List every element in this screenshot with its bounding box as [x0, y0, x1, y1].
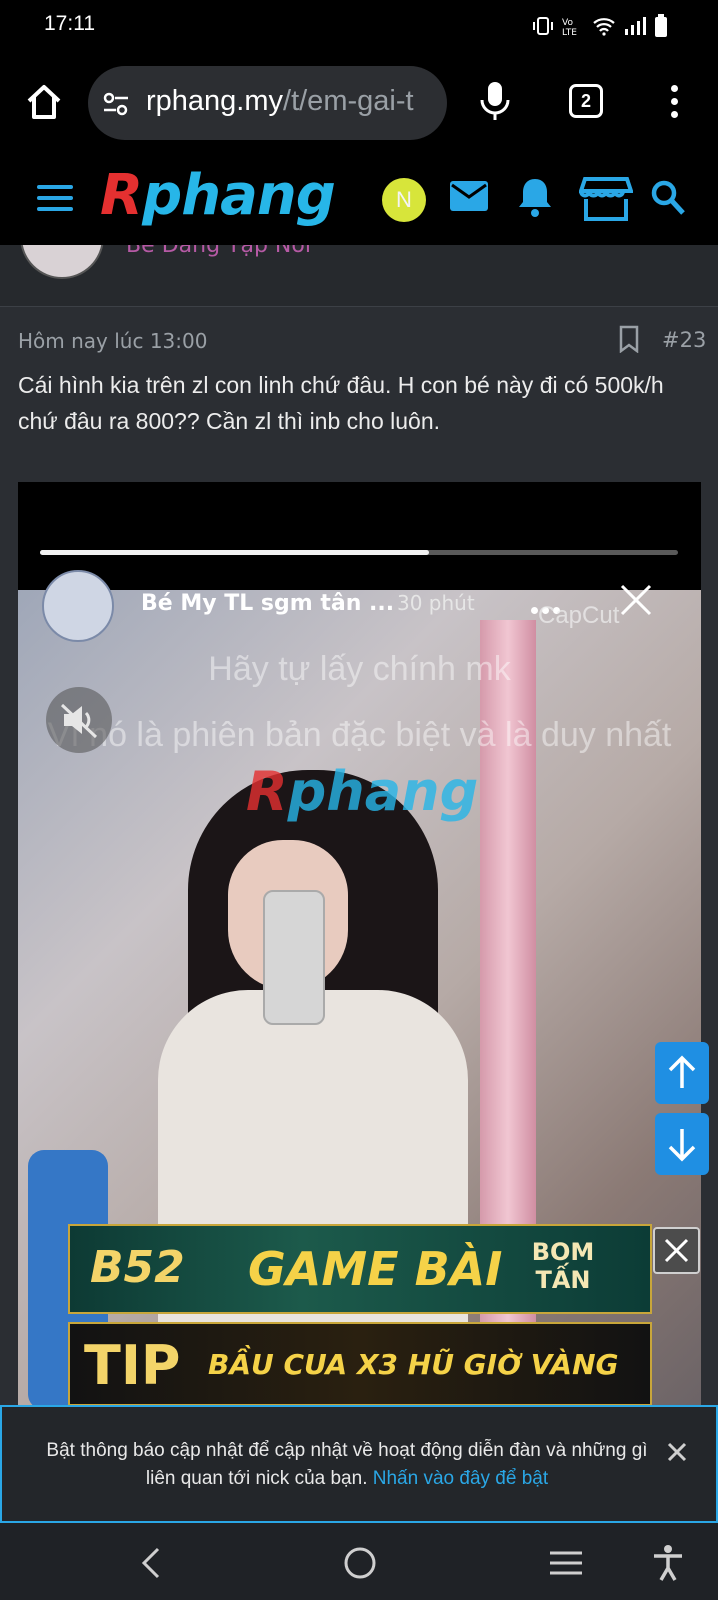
- more-menu-icon[interactable]: [664, 82, 684, 122]
- ad-banner-tip[interactable]: TIP BẦU CUA X3 HŨ GIỜ VÀNG: [68, 1322, 652, 1406]
- address-bar[interactable]: rphang.my/t/em-gai-t: [88, 66, 447, 140]
- video-caption-line1: Hãy tự lấy chính mk: [208, 650, 511, 688]
- status-time: 17:11: [44, 12, 95, 35]
- svg-text:LTE: LTE: [562, 28, 577, 36]
- watermark-letter: R: [246, 760, 288, 823]
- site-logo[interactable]: Rphang: [100, 163, 336, 228]
- logo-letter: R: [100, 163, 143, 228]
- bell-icon[interactable]: [516, 175, 554, 219]
- ad-headline: BẦU CUA X3 HŨ GIỜ VÀNG: [208, 1348, 619, 1381]
- home-nav-icon[interactable]: [340, 1543, 380, 1583]
- previous-post: Bé Đang Tập Nói: [0, 245, 718, 307]
- volte-icon: VoLTE: [562, 18, 577, 36]
- store-icon[interactable]: [579, 175, 633, 223]
- capcut-watermark: CapCut: [538, 602, 620, 629]
- url-text: rphang.my/t/em-gai-t: [146, 85, 414, 118]
- search-icon[interactable]: [650, 179, 686, 217]
- tab-switcher-button[interactable]: 2: [569, 84, 603, 118]
- close-icon: [664, 1238, 689, 1263]
- mute-icon[interactable]: [46, 687, 112, 753]
- arrow-up-icon: [668, 1055, 696, 1088]
- previous-post-author[interactable]: Bé Đang Tập Nói: [126, 245, 311, 258]
- notice-text: Bật thông báo cập nhật để cập nhật về ho…: [32, 1437, 662, 1493]
- logo-text: phang: [142, 163, 336, 228]
- browser-toolbar: rphang.my/t/em-gai-t 2: [0, 52, 718, 155]
- scroll-to-bottom-button[interactable]: [655, 1113, 709, 1175]
- status-icons: Vo LTE: [532, 14, 668, 38]
- svg-text:Vo: Vo: [562, 18, 573, 28]
- enable-notifications-link[interactable]: Nhấn vào đây để bật: [373, 1468, 548, 1489]
- story-time: 30 phút: [397, 591, 475, 615]
- mail-icon[interactable]: [448, 175, 490, 219]
- url-path: /t/em-gai-t: [283, 85, 414, 117]
- scroll-to-top-button[interactable]: [655, 1042, 709, 1104]
- site-header: Rphang N: [0, 155, 718, 245]
- post-body: Cái hình kia trên zl con linh chứ đâu. H…: [18, 372, 664, 434]
- vibrate-icon: [533, 17, 553, 35]
- video-progress-fill: [40, 550, 430, 555]
- watermark-text: phang: [287, 760, 479, 823]
- ad-logo: TIP: [84, 1334, 181, 1397]
- signal-icon: [625, 17, 646, 35]
- home-icon[interactable]: [24, 82, 64, 122]
- story-avatar[interactable]: [42, 570, 114, 642]
- video-caption-line2: Vì nó là phiên bản đặc biệt và là duy nh…: [47, 716, 672, 754]
- close-icon[interactable]: [618, 582, 654, 618]
- video-progress-bar: [40, 550, 678, 555]
- ad-banner-game-bai[interactable]: B52 GAME BÀI BOM TẤN: [68, 1224, 652, 1314]
- microphone-icon[interactable]: [478, 80, 512, 122]
- user-avatar[interactable]: N: [382, 178, 426, 222]
- close-icon[interactable]: [666, 1441, 688, 1463]
- story-author-name[interactable]: Bé My TL sgm tân ...: [141, 591, 394, 616]
- phone-image: [263, 890, 325, 1025]
- ad-tagline: BOM TẤN: [531, 1238, 595, 1294]
- notice-message: Bật thông báo cập nhật để cập nhật về ho…: [46, 1440, 648, 1489]
- accessibility-icon[interactable]: [648, 1543, 688, 1583]
- arrow-down-icon: [668, 1129, 696, 1162]
- push-notification-banner: Bật thông báo cập nhật để cập nhật về ho…: [0, 1405, 718, 1523]
- rphang-watermark: Rphang: [246, 760, 478, 823]
- ad-logo: B52: [90, 1242, 185, 1293]
- battery-icon: [655, 14, 667, 37]
- url-host: rphang.my: [146, 85, 284, 117]
- system-navigation-bar: [0, 1523, 718, 1600]
- post-number[interactable]: #23: [662, 328, 706, 352]
- hamburger-menu-icon[interactable]: [37, 185, 73, 215]
- wifi-icon: [593, 18, 615, 36]
- status-bar: 17:11 Vo LTE: [0, 0, 718, 52]
- recent-apps-icon[interactable]: [546, 1543, 586, 1583]
- post-timestamp[interactable]: Hôm nay lúc 13:00: [18, 329, 207, 353]
- ad-close-button[interactable]: [653, 1227, 700, 1274]
- previous-post-avatar[interactable]: [20, 245, 104, 279]
- back-icon[interactable]: [132, 1543, 172, 1583]
- ad-headline: GAME BÀI: [248, 1242, 503, 1296]
- bookmark-icon[interactable]: [618, 325, 640, 353]
- site-settings-icon[interactable]: [102, 90, 130, 118]
